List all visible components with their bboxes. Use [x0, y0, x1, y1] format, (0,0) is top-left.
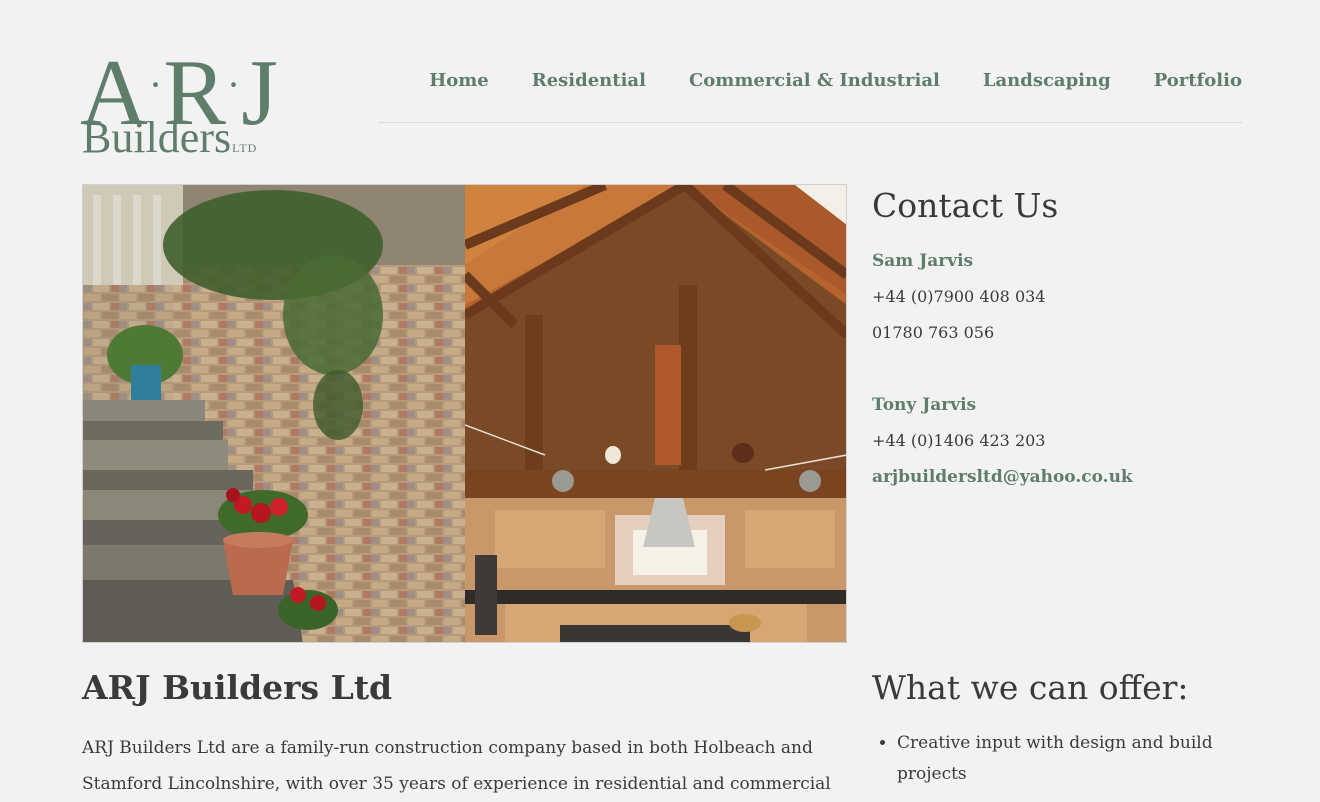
intro-body: ARJ Builders Ltd are a family-run constr…	[82, 738, 831, 794]
intro-section: ARJ Builders Ltd ARJ Builders Ltd are a …	[82, 666, 842, 802]
timber-kitchen-photo	[464, 185, 846, 642]
offer-title: What we can offer:	[872, 668, 1189, 707]
nav-residential[interactable]: Residential	[532, 70, 646, 100]
contact-phone[interactable]: +44 (0)1406 423 203	[872, 428, 1252, 454]
logo-wordmark: BuildersLTD	[82, 113, 258, 162]
site-logo[interactable]: A·R·J BuildersLTD	[80, 40, 282, 162]
nav-divider	[378, 122, 1242, 123]
contact-name: Sam Jarvis	[872, 251, 974, 271]
contact-email-link[interactable]: arjbuildersltd@yahoo.co.uk	[872, 464, 1252, 490]
nav-home[interactable]: Home	[429, 70, 489, 100]
intro-title: ARJ Builders Ltd	[82, 668, 393, 707]
contact-title: Contact Us	[872, 186, 1059, 225]
contact-phone[interactable]: +44 (0)7900 408 034	[872, 284, 1252, 310]
offer-item: Creative input with design and build pro…	[897, 728, 1252, 790]
nav-commercial-industrial[interactable]: Commercial & Industrial	[689, 70, 940, 100]
nav-landscaping[interactable]: Landscaping	[983, 70, 1111, 100]
offer-list: Creative input with design and build pro…	[872, 728, 1252, 790]
offer-section: What we can offer: Creative input with d…	[872, 666, 1252, 790]
main-nav: Home Residential Commercial & Industrial…	[386, 70, 1242, 100]
contact-name: Tony Jarvis	[872, 395, 977, 415]
contact-phone[interactable]: 01780 763 056	[872, 320, 1252, 346]
nav-portfolio[interactable]: Portfolio	[1154, 70, 1242, 100]
hero-image	[82, 184, 847, 643]
contact-section: Contact Us Sam Jarvis +44 (0)7900 408 03…	[872, 184, 1252, 490]
garden-steps-photo	[83, 185, 465, 642]
